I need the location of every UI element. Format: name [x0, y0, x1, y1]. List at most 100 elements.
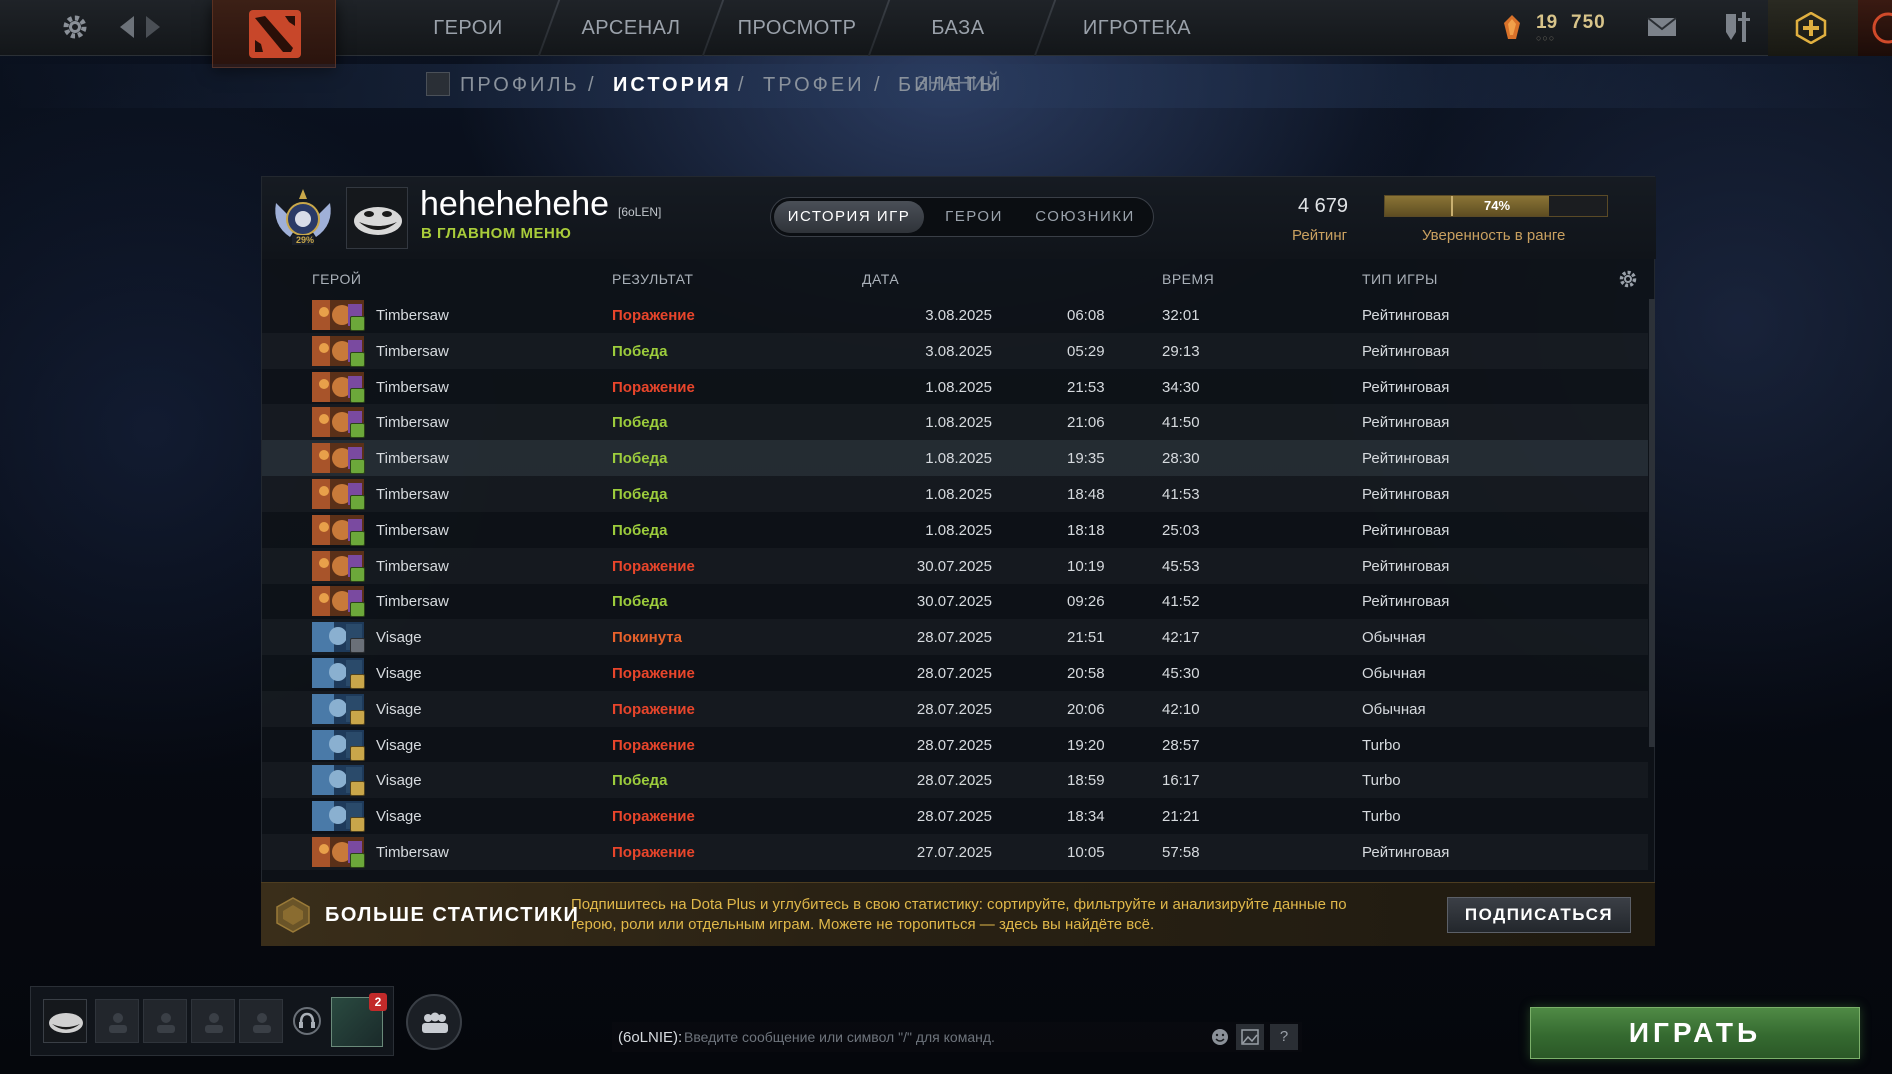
profile-status: В ГЛАВНОМ МЕНЮ — [421, 225, 572, 242]
match-duration: 21:21 — [1162, 808, 1200, 826]
table-row[interactable]: Timbersaw Поражение 30.07.2025 10:19 45:53 Ре… — [262, 548, 1648, 584]
table-row[interactable]: Timbersaw Поражение 27.07.2025 10:05 57:58 Ре… — [262, 834, 1648, 870]
subnav-history[interactable]: ИСТОРИЯ — [613, 74, 732, 97]
table-row[interactable]: Timbersaw Победа 1.08.2025 18:18 25:03 Рейтин… — [262, 512, 1648, 548]
rank-confidence-label: Уверенность в ранге — [1422, 227, 1566, 244]
dota-logo-button[interactable] — [212, 0, 336, 68]
chat-help-button[interactable]: ? — [1270, 1024, 1298, 1050]
match-result: Поражение — [612, 378, 695, 396]
subnav-avatar — [426, 72, 450, 96]
table-row[interactable]: Timbersaw Победа 1.08.2025 19:35 28:30 Рейтин… — [262, 440, 1648, 477]
dota-plus-badge-icon — [276, 897, 310, 933]
game-mode-badge-icon — [350, 709, 365, 725]
arrow-left-icon[interactable] — [118, 14, 136, 40]
shards-count-secondary[interactable]: 750 — [1571, 12, 1606, 34]
tab-heroes[interactable]: ГЕРОИ — [931, 201, 1017, 233]
table-row[interactable]: Timbersaw Победа 1.08.2025 18:48 41:53 Рейтин… — [262, 476, 1648, 512]
match-duration: 32:01 — [1162, 307, 1200, 324]
profile-name: hehehehehe — [420, 185, 610, 223]
subnav-tickets[interactable]: БИЛЕТЫ — [898, 74, 1000, 97]
table-row[interactable]: Timbersaw Поражение 1.08.2025 21:53 34:30 Рей… — [262, 369, 1648, 405]
subnav-profile[interactable]: ПРОФИЛЬ — [460, 74, 580, 97]
match-start-time: 20:58 — [1067, 665, 1105, 682]
rank-percent: 29% — [296, 235, 315, 245]
nav-learn[interactable]: БАЗА ЗНАНИЙ — [888, 0, 1028, 95]
table-row[interactable]: Visage Поражение 28.07.2025 18:34 21:21 Turbo — [262, 798, 1648, 834]
banner-title: БОЛЬШЕ СТАТИСТИКИ — [325, 904, 580, 926]
tab-match-history[interactable]: ИСТОРИЯ ИГР — [774, 201, 924, 233]
table-row[interactable]: Visage Победа 28.07.2025 18:59 16:17 Turbo — [262, 762, 1648, 798]
party-slot-empty[interactable] — [95, 999, 139, 1043]
chat-input[interactable] — [684, 1026, 1204, 1048]
nav-watch[interactable]: ПРОСМОТР — [736, 0, 858, 56]
match-date: 30.07.2025 — [916, 557, 992, 575]
match-start-time: 21:06 — [1067, 414, 1105, 432]
rank-confidence-bar: 74% — [1384, 195, 1608, 217]
game-mode-badge-icon — [350, 781, 365, 797]
table-row[interactable]: Visage Поражение 28.07.2025 20:58 45:30 Обычн… — [262, 655, 1648, 691]
headset-icon[interactable] — [293, 1007, 321, 1035]
column-game-type[interactable]: ТИП ИГРЫ — [1362, 271, 1438, 287]
party-slot-empty[interactable] — [239, 999, 283, 1043]
play-button[interactable]: ИГРАТЬ — [1530, 1007, 1860, 1059]
party-slot-empty[interactable] — [191, 999, 235, 1043]
person-icon — [109, 1013, 127, 1033]
table-row[interactable]: Visage Поражение 28.07.2025 19:20 28:57 Turbo — [262, 727, 1648, 763]
nav-arsenal[interactable]: АРСЕНАЛ — [570, 0, 692, 56]
nav-heroes[interactable]: ГЕРОИ — [418, 0, 518, 56]
hero-name: Visage — [376, 736, 422, 754]
match-date: 30.07.2025 — [916, 593, 992, 611]
tab-allies[interactable]: СОЮЗНИКИ — [1023, 201, 1147, 233]
column-result[interactable]: РЕЗУЛЬТАТ — [612, 271, 693, 287]
emoji-icon[interactable] — [1210, 1027, 1230, 1047]
mail-icon[interactable] — [1647, 15, 1677, 39]
match-duration: 42:17 — [1162, 629, 1200, 647]
table-row[interactable]: Timbersaw Поражение 3.08.2025 06:08 32:01 Рей… — [262, 297, 1648, 333]
event-button[interactable] — [1858, 0, 1892, 56]
subscribe-button[interactable]: ПОДПИСАТЬСЯ — [1447, 897, 1631, 933]
column-date[interactable]: ДАТА — [862, 271, 899, 287]
gear-icon[interactable] — [1618, 269, 1638, 289]
armory-icon[interactable] — [1722, 10, 1754, 44]
nav-arcade[interactable]: ИГРОТЕКА — [1072, 0, 1202, 56]
profile-avatar[interactable] — [346, 187, 408, 249]
gear-icon[interactable] — [60, 12, 90, 42]
hero-name: Timbersaw — [376, 557, 449, 575]
column-hero[interactable]: ГЕРОЙ — [312, 271, 361, 287]
arrow-right-icon[interactable] — [144, 14, 162, 40]
match-date: 3.08.2025 — [925, 342, 992, 360]
match-start-time: 18:34 — [1067, 808, 1105, 826]
person-icon — [205, 1013, 223, 1033]
match-duration: 45:30 — [1162, 665, 1200, 682]
party-self-avatar[interactable] — [43, 999, 87, 1043]
game-type: Turbo — [1362, 736, 1401, 754]
party-slot-empty[interactable] — [143, 999, 187, 1043]
scrollbar[interactable] — [1649, 299, 1655, 747]
match-duration: 42:10 — [1162, 700, 1200, 718]
table-header: ГЕРОЙ РЕЗУЛЬТАТ ДАТА ВРЕМЯ ТИП ИГРЫ — [262, 259, 1656, 297]
match-date: 28.07.2025 — [916, 629, 992, 647]
table-row[interactable]: Visage Поражение 28.07.2025 20:06 42:10 Обычн… — [262, 691, 1648, 727]
friends-button[interactable] — [406, 994, 462, 1050]
match-duration: 28:30 — [1162, 450, 1200, 468]
match-duration: 16:17 — [1162, 772, 1200, 790]
shards-count-primary[interactable]: 19 — [1536, 12, 1557, 34]
game-mode-badge-icon — [350, 853, 365, 868]
banner-text: Подпишитесь на Dota Plus и углубитесь в … — [571, 896, 1347, 933]
nav-separator — [1033, 0, 1057, 56]
table-row[interactable]: Timbersaw Победа 3.08.2025 05:29 29:13 Рейтин… — [262, 333, 1648, 369]
table-row[interactable]: Timbersaw Победа 30.07.2025 09:26 41:52 Рейти… — [262, 583, 1648, 619]
subnav-trophies[interactable]: ТРОФЕИ — [763, 74, 865, 97]
hero-name: Timbersaw — [376, 486, 449, 503]
match-date: 1.08.2025 — [925, 521, 992, 539]
game-type: Обычная — [1362, 629, 1426, 647]
table-row[interactable]: Timbersaw Победа 1.08.2025 21:06 41:50 Рейтин… — [262, 404, 1648, 440]
column-duration[interactable]: ВРЕМЯ — [1162, 271, 1214, 287]
match-result: Победа — [612, 486, 668, 503]
dota-plus-icon[interactable] — [1795, 12, 1827, 44]
image-button[interactable] — [1236, 1024, 1264, 1050]
table-row[interactable]: Visage Покинута 28.07.2025 21:51 42:17 Обычна… — [262, 619, 1648, 655]
match-start-time: 09:26 — [1067, 593, 1105, 611]
match-duration: 41:53 — [1162, 486, 1200, 503]
match-duration: 29:13 — [1162, 342, 1200, 360]
